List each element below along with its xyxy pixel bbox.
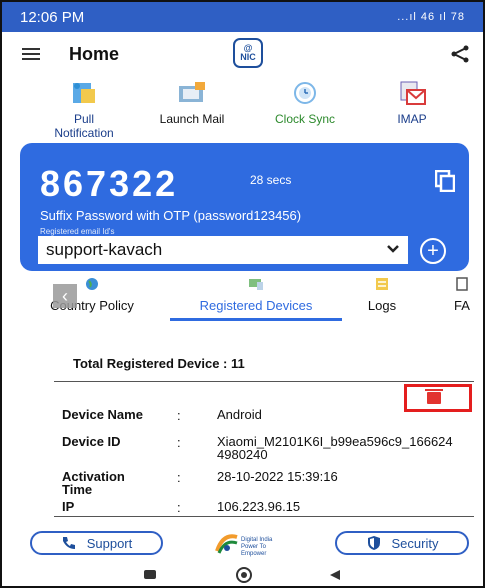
globe-icon (86, 278, 98, 290)
share-icon[interactable] (450, 44, 470, 64)
nic-logo-bottom: NIC (240, 52, 256, 62)
status-time: 12:06 PM (20, 8, 85, 26)
chevron-down-icon (387, 245, 399, 253)
device-id-sep: : (177, 435, 181, 450)
back-arrow-icon[interactable]: ‹ (53, 284, 77, 308)
pull-notification-button[interactable]: Pull Notification (44, 80, 124, 140)
recent-apps-icon[interactable] (144, 570, 156, 579)
imap-icon (400, 81, 426, 105)
launch-mail-icon (179, 82, 205, 102)
activation-time-sep: : (177, 470, 181, 485)
imap-label: IMAP (397, 112, 427, 126)
copy-icon[interactable] (435, 170, 455, 192)
activation-time-value: 28-10-2022 15:39:16 (217, 469, 338, 484)
suffix-password-text: Suffix Password with OTP (password123456… (40, 208, 302, 223)
clock-sync-label: Clock Sync (274, 112, 336, 126)
device-id-key: Device ID (62, 434, 121, 449)
otp-card: 867322 28 secs Suffix Password with OTP … (20, 143, 469, 271)
security-label: Security (391, 535, 439, 551)
digital-india-logo: Digital India Power To Empower (213, 531, 283, 557)
tab-country-policy[interactable]: Country Policy (32, 277, 152, 313)
activation-time-key: Activation Time (62, 469, 125, 497)
add-email-button[interactable]: + (420, 238, 446, 264)
tab-label-registered-devices: Registered Devices (199, 298, 313, 313)
logs-icon (376, 278, 388, 290)
fa-icon (456, 277, 468, 291)
active-tab-indicator (170, 318, 342, 321)
pull-label-1: Pull (73, 112, 94, 126)
phone-icon (62, 537, 75, 549)
launch-mail-label: Launch Mail (159, 112, 225, 126)
status-bar: 12:06 PM ...ıl 46 ıl 78 (2, 2, 483, 32)
registered-email-label: Registered email Id's (40, 227, 115, 236)
email-select[interactable]: support-kavach (38, 236, 408, 264)
otp-timer: 28 secs (250, 173, 292, 187)
nic-logo: @ NIC (233, 38, 263, 68)
ip-value: 106.223.96.15 (217, 499, 301, 514)
pull-label-2: Notification (54, 126, 114, 140)
hamburger-menu-icon[interactable] (22, 48, 40, 60)
clock-sync-icon (294, 82, 316, 104)
status-indicators: ...ıl 46 ıl 78 (397, 11, 465, 23)
otp-value: 867322 (40, 163, 179, 204)
clock-sync-button[interactable]: Clock Sync (260, 80, 350, 126)
tab-fa[interactable]: FA (442, 277, 482, 313)
divider (54, 381, 474, 382)
tab-label-country-policy: Country Policy (50, 298, 134, 313)
pull-notification-icon (73, 83, 95, 103)
tab-label-fa: FA (454, 298, 470, 313)
device-name-value: Android (217, 407, 262, 422)
home-icon[interactable] (236, 567, 252, 583)
tab-registered-devices[interactable]: Registered Devices (170, 277, 342, 313)
back-icon[interactable] (330, 570, 340, 580)
ip-sep: : (177, 500, 181, 515)
system-nav-bar (2, 562, 483, 586)
total-registered-devices: Total Registered Device : 11 (73, 356, 245, 371)
tab-label-logs: Logs (367, 298, 397, 313)
support-button[interactable]: Support (30, 531, 163, 555)
shield-icon (367, 536, 380, 550)
devices-icon (249, 279, 263, 290)
trash-icon (425, 389, 443, 404)
imap-button[interactable]: IMAP (382, 80, 442, 126)
device-name-sep: : (177, 408, 181, 423)
ip-key: IP (62, 499, 75, 514)
email-select-value: support-kavach (46, 240, 163, 259)
tab-logs[interactable]: Logs (352, 277, 412, 313)
digital-india-line1: Digital India (241, 537, 273, 543)
quick-actions: Pull Notification Launch Mail Clock Sync… (2, 80, 483, 140)
support-label: Support (86, 535, 133, 551)
footer-divider (54, 516, 474, 517)
device-id-value: Xiaomi_M2101K6I_b99ea596c9_1666244980240 (217, 434, 453, 462)
digital-india-line2: Power To Empower (241, 544, 267, 557)
plus-icon: + (427, 240, 439, 262)
launch-mail-button[interactable]: Launch Mail (147, 80, 237, 126)
security-button[interactable]: Security (335, 531, 469, 555)
device-name-key: Device Name (62, 407, 143, 422)
page-title: Home (69, 44, 120, 64)
app-bar: Home @ NIC (2, 32, 483, 78)
